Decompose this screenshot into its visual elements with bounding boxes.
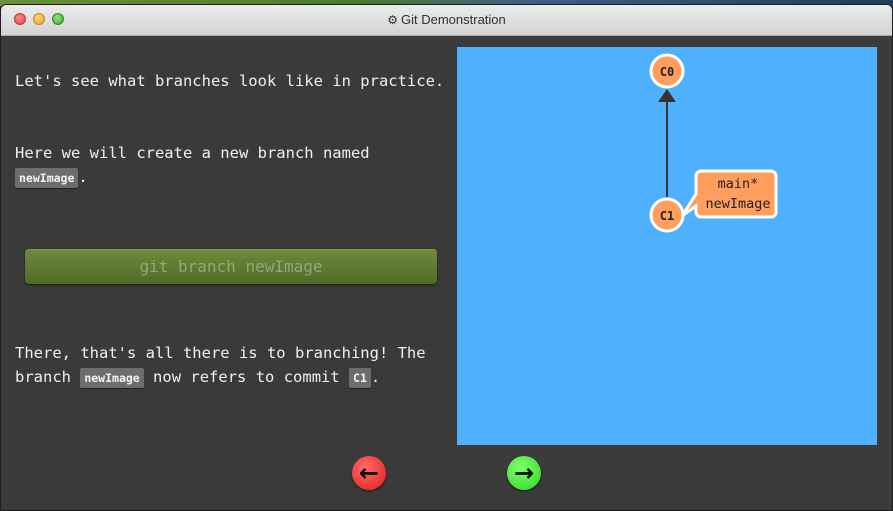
result-middle: now refers to commit bbox=[143, 368, 350, 386]
intro-line: Let's see what branches look like in pra… bbox=[15, 72, 445, 90]
branch-name-chip: newImage bbox=[15, 167, 79, 188]
result-text: There, that's all there is to branching!… bbox=[15, 341, 445, 389]
left-arrow-icon: ← bbox=[358, 459, 380, 487]
result-commit-chip: C1 bbox=[349, 367, 371, 388]
branch-label-newimage: newImage bbox=[705, 196, 770, 212]
branch-label-main: main* bbox=[718, 176, 759, 192]
edge-arrowhead bbox=[658, 89, 676, 102]
branch-label[interactable]: main* newImage bbox=[680, 169, 778, 219]
commit-label-c1: C1 bbox=[660, 209, 674, 223]
git-graph-canvas: C0 C1 main* newImage bbox=[457, 47, 877, 445]
result-branch-chip: newImage bbox=[80, 367, 144, 388]
create-suffix: . bbox=[78, 168, 88, 186]
right-arrow-icon: → bbox=[513, 459, 535, 487]
command-button[interactable]: git branch newImage bbox=[25, 249, 437, 284]
gear-icon: ⚙ bbox=[387, 13, 398, 27]
result-suffix: . bbox=[370, 368, 381, 386]
next-button[interactable]: → bbox=[507, 456, 541, 490]
create-prefix: Here we will create a new branch named bbox=[15, 144, 370, 162]
create-branch-text: Here we will create a new branch named n… bbox=[15, 141, 445, 189]
window-title-text: Git Demonstration bbox=[401, 12, 506, 27]
commit-label-c0: C0 bbox=[660, 65, 674, 79]
commit-node-c0[interactable]: C0 bbox=[649, 53, 685, 89]
commit-node-c1[interactable]: C1 bbox=[649, 197, 685, 233]
window-title: ⚙ Git Demonstration bbox=[1, 12, 892, 27]
title-bar: ⚙ Git Demonstration bbox=[1, 5, 892, 36]
app-window: ⚙ Git Demonstration Let's see what branch… bbox=[0, 4, 893, 511]
previous-button[interactable]: ← bbox=[352, 456, 386, 490]
git-graph: C0 C1 main* newImage bbox=[649, 53, 778, 233]
lesson-panel: Let's see what branches look like in pra… bbox=[1, 36, 451, 510]
intro-text: Let's see what branches look like in pra… bbox=[15, 69, 445, 93]
